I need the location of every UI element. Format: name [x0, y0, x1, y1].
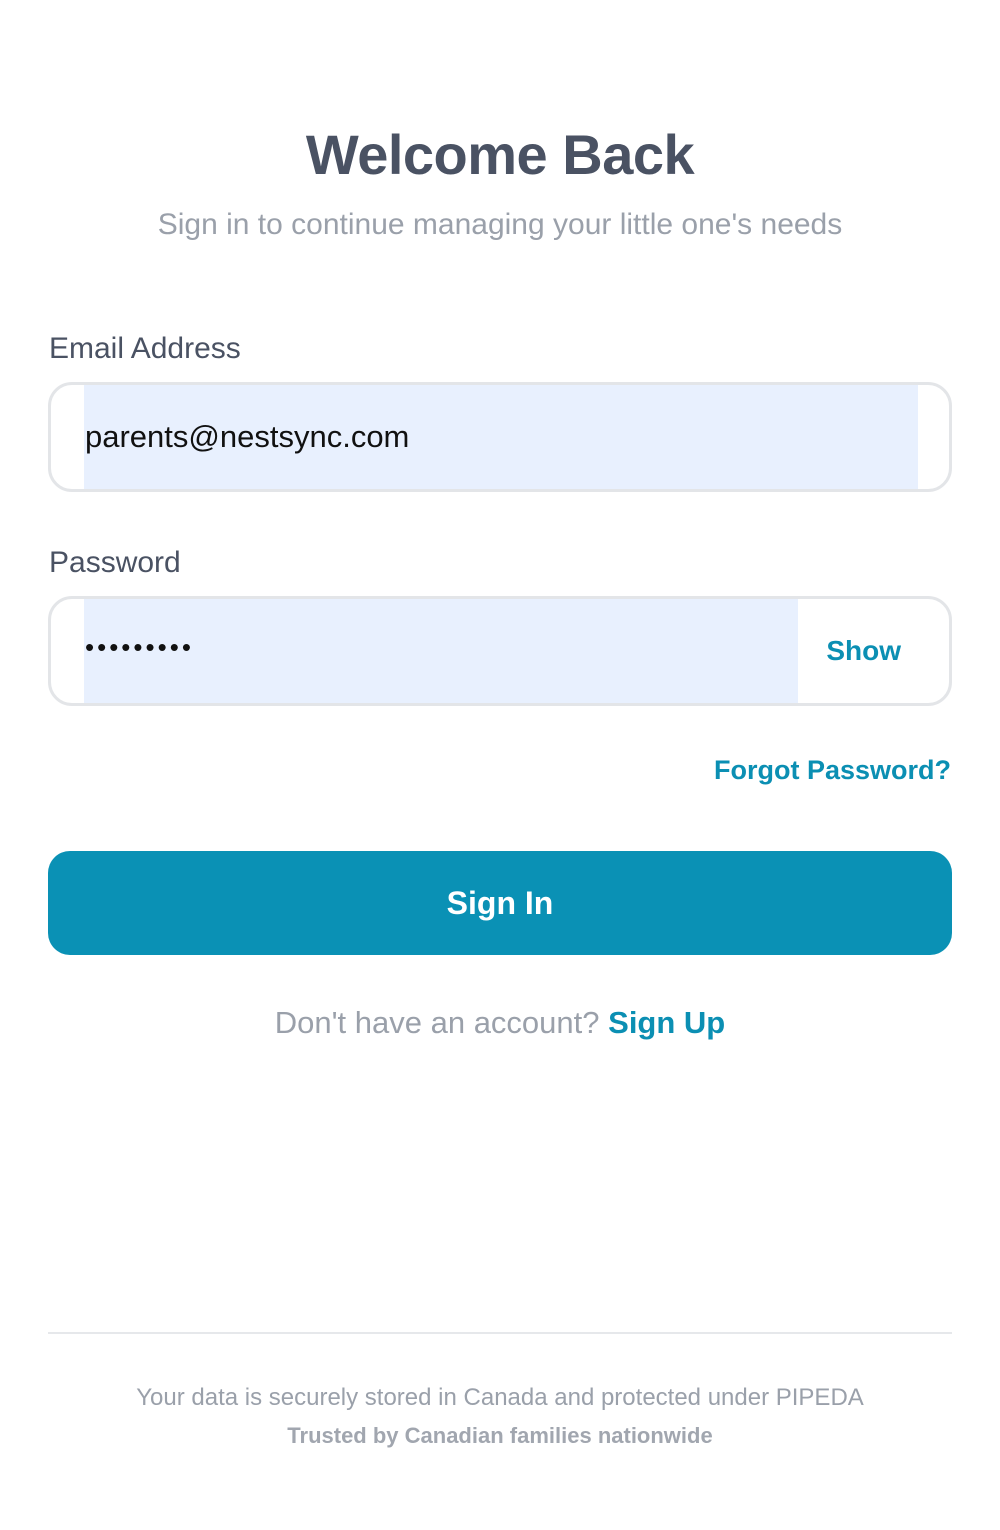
email-label: Email Address — [49, 332, 241, 365]
page-subtitle: Sign in to continue managing your little… — [157, 208, 843, 241]
sign-up-link[interactable]: Sign Up — [608, 1005, 725, 1040]
signup-prompt: Don't have an account? — [274, 1005, 600, 1040]
footer-divider — [48, 1332, 952, 1334]
show-password-button[interactable]: Show — [826, 599, 901, 703]
email-input[interactable]: parents@nestsync.com — [85, 385, 409, 489]
password-field[interactable]: ••••••••• Show — [48, 596, 952, 706]
sign-in-button[interactable]: Sign In — [48, 851, 952, 955]
forgot-password-link[interactable]: Forgot Password? — [714, 752, 951, 788]
password-input[interactable]: ••••••••• — [85, 599, 194, 699]
privacy-note: Your data is securely stored in Canada a… — [136, 1384, 864, 1411]
signup-row: Don't have an account? Sign Up — [0, 1003, 1000, 1043]
password-label: Password — [49, 546, 181, 579]
page-title: Welcome Back — [305, 123, 695, 186]
email-field[interactable]: parents@nestsync.com — [48, 382, 952, 492]
trust-note: Trusted by Canadian families nationwide — [287, 1423, 713, 1448]
